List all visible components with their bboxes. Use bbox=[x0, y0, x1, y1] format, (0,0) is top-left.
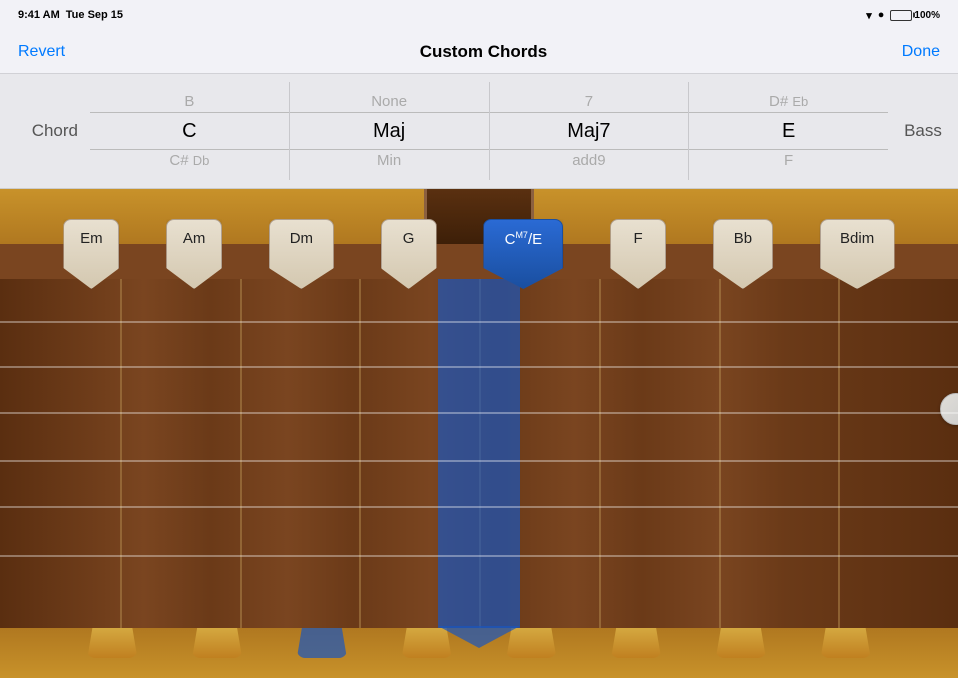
chord-label-f: F bbox=[634, 230, 643, 247]
bottom-peg-7 bbox=[716, 628, 766, 658]
chord-label-bb: Bb bbox=[734, 230, 752, 247]
picker-item-7[interactable]: 7 bbox=[490, 89, 689, 114]
bottom-peg-2 bbox=[192, 628, 242, 658]
chord-btn-cm7e-body[interactable]: CM7/E bbox=[483, 219, 563, 289]
chord-btn-f[interactable]: F bbox=[610, 219, 666, 289]
chord-label-am: Am bbox=[183, 230, 206, 247]
chord-btn-dm-body[interactable]: Dm bbox=[269, 219, 334, 289]
chord-btn-bb[interactable]: Bb bbox=[713, 219, 773, 289]
revert-button[interactable]: Revert bbox=[18, 43, 65, 61]
chord-btn-f-body[interactable]: F bbox=[610, 219, 666, 289]
picker-area: Chord B C C# Db None Maj Min 7 Maj7 add9… bbox=[0, 74, 958, 189]
chord-label-dm: Dm bbox=[290, 230, 313, 247]
picker-item-maj[interactable]: Maj bbox=[290, 115, 489, 147]
chord-btn-dm[interactable]: Dm bbox=[269, 219, 334, 289]
date: Tue Sep 15 bbox=[66, 9, 123, 21]
picker-item-dsharp[interactable]: D# Eb bbox=[689, 89, 888, 114]
picker-col-root[interactable]: B C C# Db bbox=[90, 82, 290, 180]
chord-btn-em-body[interactable]: Em bbox=[63, 219, 119, 289]
picker-item-csharp[interactable]: C# Db bbox=[90, 148, 289, 173]
status-right: ▾ ● 100% bbox=[866, 9, 940, 22]
picker-item-f-bass[interactable]: F bbox=[689, 148, 888, 173]
chord-label: Chord bbox=[0, 121, 90, 141]
picker-col-quality[interactable]: None Maj Min bbox=[290, 82, 490, 180]
fret-line-2 bbox=[240, 279, 242, 628]
battery-label: 100% bbox=[914, 10, 940, 21]
nav-bar: Revert Custom Chords Done bbox=[0, 30, 958, 74]
chord-btn-cm7e[interactable]: CM7/E bbox=[483, 219, 563, 289]
fretboard bbox=[0, 279, 958, 628]
picker-col-ext[interactable]: 7 Maj7 add9 bbox=[490, 82, 690, 180]
picker-item-c[interactable]: C bbox=[90, 115, 289, 147]
picker-col-bass-note[interactable]: D# Eb E F bbox=[689, 82, 888, 180]
chord-label-bdim: Bdim bbox=[840, 230, 874, 247]
guitar-string-3 bbox=[0, 412, 958, 414]
chord-btn-am[interactable]: Am bbox=[166, 219, 222, 289]
picker-item-none[interactable]: None bbox=[290, 89, 489, 114]
picker-item-maj7[interactable]: Maj7 bbox=[490, 115, 689, 147]
nav-title: Custom Chords bbox=[420, 42, 548, 62]
guitar-string-4 bbox=[0, 460, 958, 462]
chord-btn-g[interactable]: G bbox=[381, 219, 437, 289]
status-left: 9:41 AM Tue Sep 15 bbox=[18, 9, 123, 21]
battery: 100% bbox=[890, 10, 940, 21]
bottom-peg-1 bbox=[87, 628, 137, 658]
active-fret-highlight bbox=[438, 279, 520, 628]
bottom-peg-6 bbox=[611, 628, 661, 658]
chord-btn-em[interactable]: Em bbox=[63, 219, 119, 289]
chord-btn-bb-body[interactable]: Bb bbox=[713, 219, 773, 289]
bass-label: Bass bbox=[888, 121, 958, 141]
fret-line-3 bbox=[359, 279, 361, 628]
picker-columns: B C C# Db None Maj Min 7 Maj7 add9 D# Eb… bbox=[90, 82, 888, 180]
fret-line-6 bbox=[719, 279, 721, 628]
done-button[interactable]: Done bbox=[902, 43, 940, 61]
bottom-peg-8 bbox=[821, 628, 871, 658]
fret-line-1 bbox=[120, 279, 122, 628]
chord-buttons-row: Em Am Dm G CM7/E F bbox=[0, 219, 958, 289]
chord-label-cm7e: CM7/E bbox=[505, 230, 543, 248]
active-fret-arrow bbox=[438, 626, 520, 648]
chord-btn-g-body[interactable]: G bbox=[381, 219, 437, 289]
picker-item-add9[interactable]: add9 bbox=[490, 148, 689, 173]
chord-btn-am-body[interactable]: Am bbox=[166, 219, 222, 289]
fretboard-area: Em Am Dm G CM7/E F bbox=[0, 189, 958, 678]
wifi-icon: ▾ bbox=[866, 9, 872, 22]
guitar-string-5 bbox=[0, 506, 958, 508]
status-bar: 9:41 AM Tue Sep 15 ▾ ● 100% bbox=[0, 0, 958, 30]
guitar-string-1 bbox=[0, 321, 958, 323]
picker-item-e[interactable]: E bbox=[689, 115, 888, 147]
picker-item-min[interactable]: Min bbox=[290, 148, 489, 173]
picker-item-b[interactable]: B bbox=[90, 89, 289, 114]
chord-btn-bdim-body[interactable]: Bdim bbox=[820, 219, 895, 289]
fret-line-7 bbox=[838, 279, 840, 628]
signal-icon: ● bbox=[878, 9, 885, 21]
guitar-string-2 bbox=[0, 366, 958, 368]
time: 9:41 AM bbox=[18, 9, 60, 21]
fret-line-5 bbox=[599, 279, 601, 628]
chord-label-g: G bbox=[403, 230, 415, 247]
bottom-peg-3 bbox=[297, 628, 347, 658]
chord-btn-bdim[interactable]: Bdim bbox=[820, 219, 895, 289]
chord-label-em: Em bbox=[80, 230, 103, 247]
guitar-string-6 bbox=[0, 555, 958, 557]
